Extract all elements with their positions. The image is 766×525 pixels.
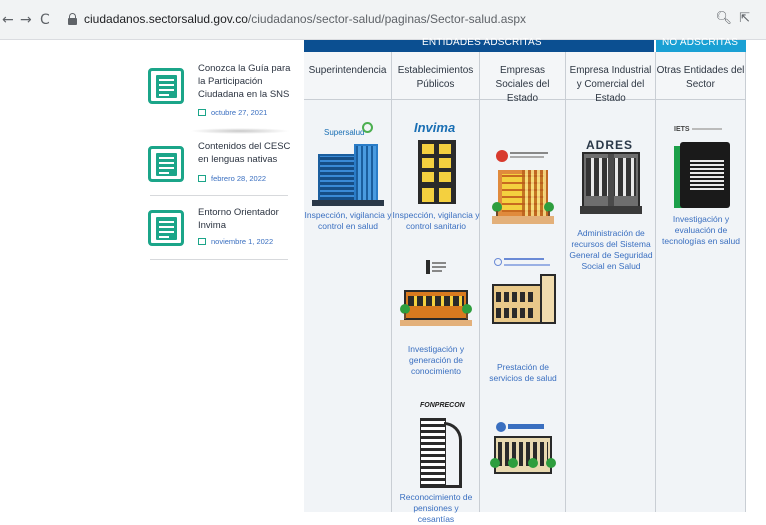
caption-link[interactable]: Prestación de servicios de salud xyxy=(482,362,564,384)
column-empresa-industrial: Empresa Industrial y Comercial del Estad… xyxy=(566,52,656,512)
calendar-icon xyxy=(198,238,206,245)
invima-logo: Invima xyxy=(414,120,456,135)
news-title[interactable]: Contenidos del CESC en lenguas nativas xyxy=(198,140,293,166)
address-bar[interactable]: ciudadanos.sectorsalud.gov.co/ciudadanos… xyxy=(60,8,750,32)
news-title[interactable]: Conozca la Guía para la Participación Ci… xyxy=(198,62,293,101)
fonprecon-building-icon[interactable] xyxy=(414,412,464,488)
entities-table: ENTIDADES ADSCRITAS NO ADSCRITAS Superin… xyxy=(300,37,746,524)
column-empresas-sociales: Empresas Sociales del Estado Prestación … xyxy=(480,52,566,512)
sanatorio-building-icon[interactable] xyxy=(492,274,556,326)
ins-logo xyxy=(426,260,446,274)
column-header: Otras Entidades del Sector xyxy=(656,52,745,100)
iets-building-icon[interactable] xyxy=(674,142,730,208)
divider xyxy=(150,195,288,196)
cancerologia-building-icon[interactable] xyxy=(492,170,554,224)
supersalud-logo: Supersalud xyxy=(324,128,365,137)
adres-building-icon[interactable] xyxy=(580,152,642,214)
column-header: Empresa Industrial y Comercial del Estad… xyxy=(566,52,655,104)
fonprecon-logo: FONPRECON xyxy=(420,402,465,409)
agua-de-dios-building-icon[interactable] xyxy=(490,434,556,480)
adres-logo: ADRES xyxy=(586,138,634,152)
agua-de-dios-logo xyxy=(496,422,506,432)
news-document-icon xyxy=(148,146,184,182)
divider xyxy=(150,259,288,260)
header-no-adscritas: NO ADSCRITAS xyxy=(656,37,746,52)
ins-building-icon[interactable] xyxy=(400,284,472,326)
lock-icon xyxy=(68,13,77,25)
iets-logo: IETS xyxy=(674,126,690,133)
share-icon[interactable]: ⇱ xyxy=(739,11,750,26)
column-otras-entidades: Otras Entidades del Sector IETS Investig… xyxy=(656,52,746,512)
caption-link[interactable]: Reconocimiento de pensiones y cesantías xyxy=(394,492,478,525)
divider xyxy=(190,128,290,134)
caption-link[interactable]: Investigación y generación de conocimien… xyxy=(396,344,476,377)
cancerologia-logo xyxy=(496,150,508,162)
column-header: Empresas Sociales del Estado xyxy=(480,52,565,104)
news-date: octubre 27, 2021 xyxy=(198,108,267,117)
calendar-icon xyxy=(198,175,206,182)
column-establecimientos: Establecimientos Públicos Invima Inspecc… xyxy=(392,52,480,524)
reload-icon[interactable]: C xyxy=(40,12,50,28)
news-date: noviembre 1, 2022 xyxy=(198,237,273,246)
supersalud-logo-mark xyxy=(362,122,373,133)
column-header: Superintendencia xyxy=(304,52,391,100)
news-document-icon xyxy=(148,68,184,104)
forward-arrow-icon[interactable]: → xyxy=(20,12,32,28)
caption-link[interactable]: Inspección, vigilancia y control sanitar… xyxy=(392,210,480,232)
supersalud-building-icon[interactable] xyxy=(312,144,384,206)
url-text[interactable]: ciudadanos.sectorsalud.gov.co/ciudadanos… xyxy=(84,12,526,26)
zoom-icon[interactable]: 🔍︎ xyxy=(715,11,732,26)
caption-link[interactable]: Administración de recursos del Sistema G… xyxy=(568,228,654,272)
news-document-icon xyxy=(148,210,184,246)
header-adscritas: ENTIDADES ADSCRITAS xyxy=(304,37,654,52)
news-title[interactable]: Entorno Orientador Invima xyxy=(198,206,293,232)
news-date: febrero 28, 2022 xyxy=(198,174,266,183)
back-arrow-icon[interactable]: ← xyxy=(2,12,14,28)
column-superintendencia: Superintendencia Supersalud Inspección, … xyxy=(304,52,392,512)
caption-link[interactable]: Investigación y evaluación de tecnología… xyxy=(658,214,744,247)
column-header: Establecimientos Públicos xyxy=(392,52,479,100)
invima-building-icon[interactable] xyxy=(418,140,456,204)
browser-toolbar: ← → C ciudadanos.sectorsalud.gov.co/ciud… xyxy=(0,0,766,40)
caption-link[interactable]: Inspección, vigilancia y control en salu… xyxy=(304,210,392,232)
calendar-icon xyxy=(198,109,206,116)
sanatorio-logo xyxy=(494,258,502,266)
